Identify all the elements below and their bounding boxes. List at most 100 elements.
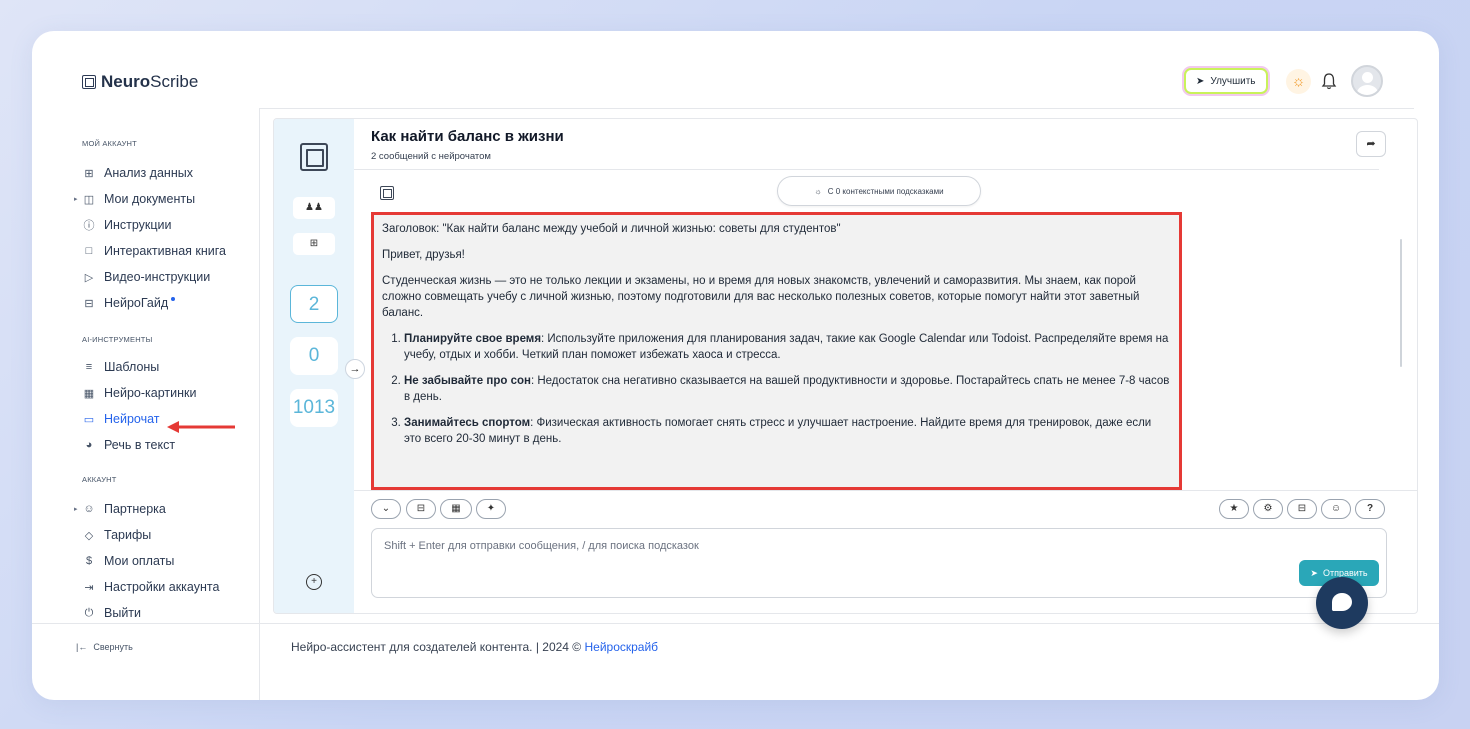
sidebar-item-label: Мои документы (104, 192, 196, 206)
sidebar-item-images[interactable]: ▦ Нейро-картинки (82, 383, 197, 403)
document-upload-icon: ⊟ (416, 503, 426, 514)
sidebar-item-interactive-book[interactable]: □ Интерактивная книга (82, 241, 226, 261)
sidebar-item-logout[interactable]: ⏻ Выйти (82, 603, 141, 623)
expand-arrow-icon[interactable]: → (345, 359, 365, 379)
upgrade-label: Улучшить (1210, 75, 1256, 87)
bot-button[interactable]: ☺ (1321, 499, 1351, 519)
grid-icon: ⊞ (84, 167, 94, 180)
help-icon: ⓘ (83, 220, 95, 232)
bell-icon[interactable] (1321, 72, 1339, 92)
image-icon: ▦ (451, 503, 461, 514)
help-button[interactable]: ? (1355, 499, 1385, 519)
chat-icon: ▭ (83, 413, 95, 426)
image-icon: ▦ (83, 387, 95, 400)
tag-icon: ◇ (84, 529, 94, 542)
magic-wand-icon: ✦ (486, 503, 496, 514)
section-my-account: МОЙ АККАУНТ (82, 139, 137, 148)
sidebar-item-label: Настройки аккаунта (104, 580, 220, 594)
users-button[interactable]: ♟♟ (293, 197, 335, 219)
brand-rest: Scribe (150, 72, 199, 91)
share-icon: ➦ (1366, 138, 1376, 150)
login-icon: ⇥ (84, 581, 94, 594)
red-arrow-annotation (167, 421, 235, 433)
sidebar-item-label: Выйти (104, 606, 142, 620)
sidebar-item-payments[interactable]: $ Мои оплаты (82, 551, 174, 571)
support-chat-icon[interactable] (1316, 577, 1368, 629)
add-icon[interactable]: + (306, 574, 322, 590)
chat-subtitle: 2 сообщений с нейрочатом (371, 151, 491, 162)
attach-image-button[interactable]: ▦ (440, 499, 472, 519)
header: NeuroScribe ➤ Улучшить ☼ (32, 31, 1439, 108)
magic-wand-button[interactable]: ✦ (476, 499, 506, 519)
new-dot (171, 297, 176, 301)
puzzle-button[interactable]: ★ (1219, 499, 1249, 519)
assistant-avatar-icon (380, 186, 394, 200)
footer-text: Нейро-ассистент для создателей контента.… (291, 640, 585, 654)
avatar[interactable] (1351, 65, 1383, 97)
chat-panel: ♟♟ ⊞ 2 0 1013 + → Как найти баланс в жиз… (273, 118, 1418, 614)
message-scrollbar[interactable] (1400, 239, 1402, 367)
header-divider (259, 108, 1414, 109)
tip-title: Не забывайте про сон (404, 375, 531, 387)
footer: Нейро-ассистент для создателей контента.… (291, 640, 658, 654)
message-intro: Студенческая жизнь — это не только лекци… (382, 275, 1140, 319)
settings-button[interactable]: ⚙ (1253, 499, 1283, 519)
chevrons-down-icon: ⌄ (381, 503, 391, 514)
gear-icon: ⚙ (1263, 503, 1273, 514)
upgrade-button[interactable]: ➤ Улучшить (1184, 68, 1268, 94)
message-heading: Заголовок: "Как найти баланс между учебо… (382, 223, 841, 235)
grid-button[interactable]: ⊞ (293, 233, 335, 255)
document-icon: ◫ (83, 193, 95, 206)
sidebar-item-instructions[interactable]: ⓘ Инструкции (82, 215, 172, 235)
sidebar-item-settings[interactable]: ⇥ Настройки аккаунта (82, 577, 219, 597)
sidebar-item-neuroguide[interactable]: ⊟ НейроГайд (82, 293, 176, 313)
chat-title: Как найти баланс в жизни (371, 128, 564, 145)
question-icon: ? (1366, 503, 1374, 514)
sidebar-item-label: Видео-инструкции (104, 270, 211, 284)
composer-divider (354, 490, 1417, 491)
footer-link[interactable]: Нейроскрайб (584, 640, 658, 654)
sidebar-item-label: Мои оплаты (104, 554, 175, 568)
neuroscribe-logo-icon (300, 143, 328, 171)
power-icon: ⏻ (84, 606, 94, 619)
sidebar-item-label: Речь в текст (104, 438, 176, 452)
sidebar-item-analytics[interactable]: ⊞ Анализ данных (82, 163, 193, 183)
caret-right-icon: ▸ (74, 196, 78, 203)
users-icon: ☺ (83, 503, 95, 515)
sidebar-item-video[interactable]: ▷ Видео-инструкции (82, 267, 210, 287)
sidebar-item-label: Инструкции (104, 218, 172, 232)
section-account: АККАУНТ (82, 475, 117, 484)
book-icon: □ (85, 245, 93, 257)
send-icon: ➤ (1310, 567, 1318, 578)
tip-title: Планируйте свое время (404, 333, 542, 345)
section-ai-tools: AI-ИНСТРУМЕНТЫ (82, 335, 153, 344)
sidebar-item-documents[interactable]: ▸ ◫ Мои документы (74, 189, 196, 209)
collapse-button[interactable]: |← Свернуть (76, 642, 133, 652)
assistant-message: Заголовок: "Как найти баланс между учебо… (371, 212, 1182, 490)
context-hints-pill[interactable]: ☼ С 0 контекстными подсказками (777, 176, 981, 206)
tip-title: Занимайтесь спортом (404, 417, 531, 429)
stat-context: 0 (290, 337, 338, 375)
context-icon: ☼ (814, 186, 822, 196)
input-placeholder: Shift + Enter для отправки сообщения, / … (384, 540, 699, 552)
layout-icon: ⊟ (1297, 503, 1307, 514)
share-button[interactable]: ➦ (1356, 131, 1386, 157)
list-item: Не забывайте про сон: Недостаток сна нег… (404, 373, 1171, 405)
sidebar-item-neurochat[interactable]: ▭ Нейрочат (82, 409, 160, 429)
sidebar-item-speech-to-text[interactable]: ◕ Речь в текст (82, 435, 175, 455)
sidebar-item-label: Нейрочат (104, 412, 160, 426)
logo[interactable]: NeuroScribe (82, 72, 198, 92)
layout-button[interactable]: ⊟ (1287, 499, 1317, 519)
table-icon: ⊟ (84, 297, 94, 310)
sidebar-item-label: Интерактивная книга (104, 244, 226, 258)
sidebar-item-templates[interactable]: ≡ Шаблоны (82, 357, 160, 377)
list-item: Занимайтесь спортом: Физическая активнос… (404, 415, 1171, 447)
attach-document-button[interactable]: ⊟ (406, 499, 436, 519)
sidebar-item-partner[interactable]: ▸ ☺ Партнерка (74, 499, 166, 519)
logo-icon (82, 75, 96, 89)
theme-toggle-icon[interactable]: ☼ (1286, 69, 1311, 94)
message-input[interactable]: Shift + Enter для отправки сообщения, / … (371, 528, 1387, 598)
collapse-tool-button[interactable]: ⌄ (371, 499, 401, 519)
tips-list: Планируйте свое время: Используйте прило… (382, 331, 1171, 447)
sidebar-item-tariffs[interactable]: ◇ Тарифы (82, 525, 151, 545)
